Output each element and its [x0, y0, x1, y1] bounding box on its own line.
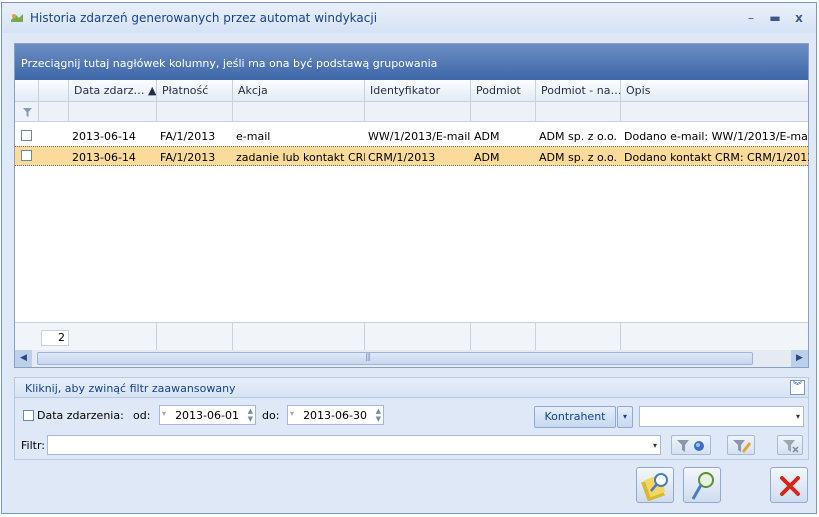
cell-action: e-mail: [236, 130, 271, 143]
collapse-chevron-icon[interactable]: ︾: [790, 380, 805, 395]
dialog-window: Historia zdarzeń generowanych przez auto…: [1, 2, 817, 514]
row-count: 2: [41, 330, 69, 346]
filter-cell-description[interactable]: [621, 102, 809, 121]
header-payment[interactable]: Płatność: [157, 80, 233, 101]
preview-button[interactable]: [683, 467, 721, 503]
table-row[interactable]: 2013-06-14 FA/1/2013 e-mail WW/1/2013/E-…: [15, 126, 809, 146]
scroll-right-icon[interactable]: ▶: [791, 350, 808, 367]
advanced-filter-panel: Kliknij, aby zwinąć filtr zaawansowany ︾…: [14, 377, 809, 460]
grid-header: Data zdarz… ▲ Płatność Akcja Identyfikat…: [15, 80, 808, 102]
cell-payment: FA/1/2013: [160, 151, 216, 164]
minimize-icon[interactable]: –: [743, 10, 759, 26]
cell-subject: ADM: [474, 130, 500, 143]
cell-identifier: CRM/1/2013: [368, 151, 436, 164]
cell-date: 2013-06-14: [72, 130, 136, 143]
filter-cell-identifier[interactable]: [365, 102, 471, 121]
header-date[interactable]: Data zdarz… ▲: [69, 80, 157, 101]
cell-description: Dodano kontakt CRM: CRM/1/2013: [624, 151, 809, 164]
summary-cell: [471, 323, 536, 350]
date-to-dropdown-icon[interactable]: ▾: [290, 409, 294, 418]
cell-date: 2013-06-14: [72, 151, 136, 164]
header-indicator-col[interactable]: [39, 80, 69, 101]
filter-cell-payment[interactable]: [157, 102, 233, 121]
cell-subject-name: ADM sp. z o.o.: [539, 151, 618, 164]
cell-identifier: WW/1/2013/E-mail: [368, 130, 471, 143]
date-to-spinner-icon[interactable]: ▲ ▼: [376, 407, 381, 423]
filter-cell-select: [15, 102, 39, 121]
header-subject-name[interactable]: Podmiot - na…: [536, 80, 621, 101]
filter-cell-indicator: [39, 102, 69, 121]
cell-subject: ADM: [474, 151, 500, 164]
date-filter-label: Data zdarzenia:: [37, 409, 124, 422]
date-from-spinner-icon[interactable]: ▲ ▼: [248, 407, 253, 423]
to-label: do:: [262, 409, 280, 422]
summary-cell: [365, 323, 471, 350]
summary-cell: [69, 323, 157, 350]
close-button[interactable]: [770, 467, 808, 503]
header-identifier[interactable]: Identyfikator: [365, 80, 471, 101]
filter-cell-date[interactable]: [69, 102, 157, 121]
horizontal-scrollbar[interactable]: ◀ ||| ▶: [15, 350, 808, 367]
summary-cell: [15, 323, 39, 350]
app-icon: [11, 14, 23, 22]
summary-cell: [233, 323, 365, 350]
date-filter-checkbox[interactable]: [23, 410, 34, 421]
filter-funnel-icon: [677, 440, 704, 452]
row-checkbox[interactable]: [21, 130, 32, 141]
grid-filter-row: [15, 102, 808, 122]
date-from-input[interactable]: ▾ 2013-06-01 ▲ ▼: [159, 405, 256, 425]
header-action[interactable]: Akcja: [233, 80, 365, 101]
date-from-dropdown-icon[interactable]: ▾: [162, 409, 166, 418]
clear-filter-button[interactable]: [777, 435, 803, 455]
summary-cell: [536, 323, 621, 350]
contractor-combo-dropdown-icon[interactable]: ▾: [796, 412, 800, 421]
header-description[interactable]: Opis: [621, 80, 809, 101]
maximize-icon[interactable]: ▬: [767, 10, 783, 26]
from-label: od:: [133, 409, 151, 422]
scrollbar-thumb[interactable]: [37, 352, 753, 365]
filter-clear-icon: [783, 440, 799, 453]
cell-payment: FA/1/2013: [160, 130, 216, 143]
scrollbar-grip: |||: [365, 352, 371, 361]
filter-cell-action[interactable]: [233, 102, 365, 121]
cell-subject-name: ADM sp. z o.o.: [539, 130, 618, 143]
cell-action: zadanie lub kontakt CRM: [236, 151, 365, 164]
table-row-selected[interactable]: 2013-06-14 FA/1/2013 zadanie lub kontakt…: [15, 146, 809, 166]
date-to-value: 2013-06-30: [303, 409, 367, 422]
contractor-button[interactable]: Kontrahent: [534, 406, 616, 428]
scroll-left-icon[interactable]: ◀: [15, 350, 32, 367]
events-grid: Przeciągnij tutaj nagłówek kolumny, jeśl…: [14, 43, 809, 368]
apply-filter-button[interactable]: [671, 435, 711, 455]
date-from-value: 2013-06-01: [175, 409, 239, 422]
grid-summary-row: 2: [15, 322, 808, 350]
open-document-button[interactable]: [636, 467, 674, 503]
magnifier-icon: [691, 472, 714, 500]
filter-cell-subject[interactable]: [471, 102, 536, 121]
title-bar: Historia zdarzeń generowanych przez auto…: [2, 3, 816, 33]
header-subject[interactable]: Podmiot: [471, 80, 536, 101]
row-checkbox[interactable]: [21, 150, 32, 161]
filter-input[interactable]: ▾: [47, 435, 661, 455]
document-preview-icon: [641, 473, 668, 501]
edit-filter-button[interactable]: [727, 435, 755, 455]
filter-label: Filtr:: [21, 439, 45, 452]
summary-cell: [157, 323, 233, 350]
filter-cell-subject-name[interactable]: [536, 102, 621, 121]
close-window-icon[interactable]: x: [791, 10, 807, 26]
date-to-input[interactable]: ▾ 2013-06-30 ▲ ▼: [287, 405, 384, 425]
filter-edit-icon: [733, 440, 751, 453]
header-select-col[interactable]: [15, 80, 39, 101]
contractor-combo[interactable]: ▾: [639, 406, 804, 427]
close-red-x-icon: [780, 476, 800, 496]
filter-dropdown-icon[interactable]: ▾: [653, 441, 657, 450]
window-title: Historia zdarzeń generowanych przez auto…: [30, 11, 378, 25]
cell-description: Dodano e-mail: WW/1/2013/E-mail: [624, 130, 809, 143]
contractor-dropdown-icon[interactable]: ▾: [617, 406, 633, 428]
advanced-filter-toggle[interactable]: Kliknij, aby zwinąć filtr zaawansowany: [15, 378, 808, 398]
group-by-panel[interactable]: Przeciągnij tutaj nagłówek kolumny, jeśl…: [15, 44, 808, 80]
